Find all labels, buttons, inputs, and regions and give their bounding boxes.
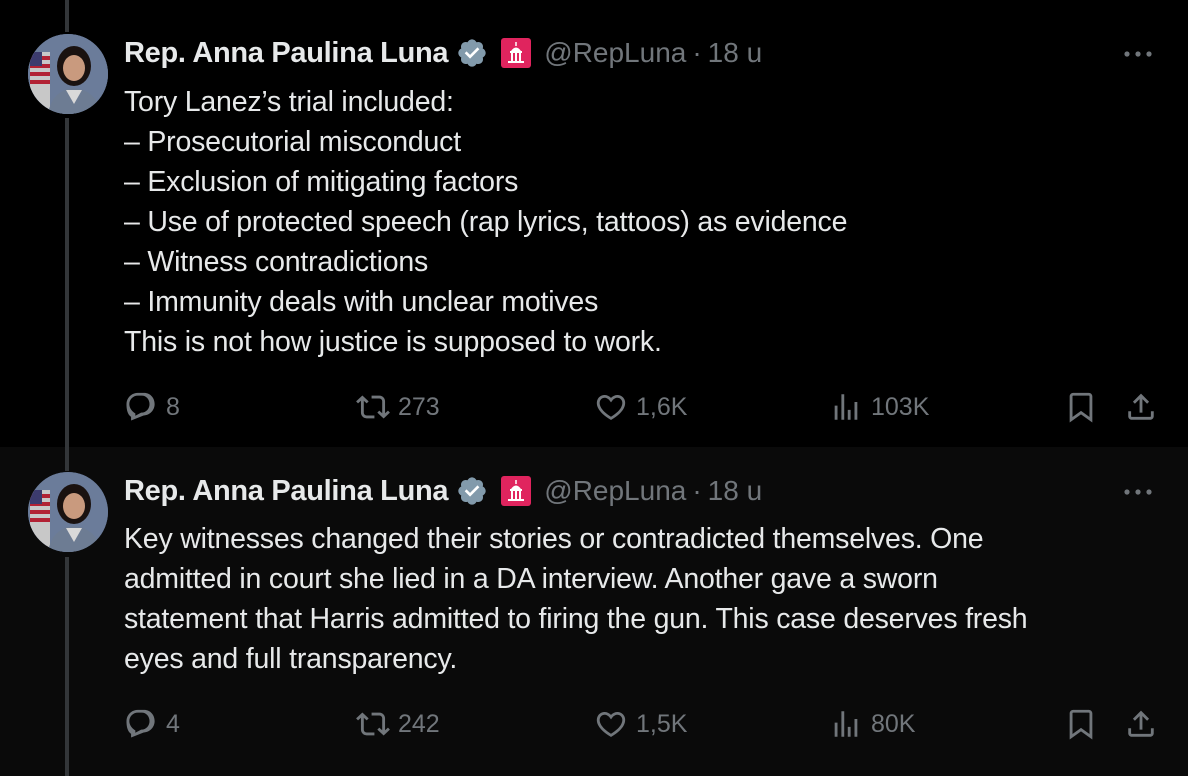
tweet-text: Tory Lanez’s trial included: – Prosecuto…: [124, 82, 1144, 362]
government-badge-icon[interactable]: [500, 475, 532, 507]
tweet-text-line: – Use of protected speech (rap lyrics, t…: [124, 206, 848, 238]
repost-icon: [356, 712, 390, 736]
bookmark-icon: [1069, 709, 1093, 740]
tweet-header: Rep. Anna Paulina Luna @RepLuna · 18 u: [124, 33, 762, 73]
tweet-text-line: statement that Harris admitted to firing…: [124, 603, 1028, 635]
views-button[interactable]: 80K: [829, 702, 915, 746]
repost-button[interactable]: 242: [356, 702, 440, 746]
analytics-icon: [834, 711, 858, 737]
government-badge-icon[interactable]: [500, 37, 532, 69]
reply-button[interactable]: 8: [124, 385, 180, 429]
thread-line: [65, 447, 69, 471]
timestamp[interactable]: 18 u: [708, 37, 763, 69]
thread-line: [65, 118, 69, 447]
tweet-text-line: This is not how justice is supposed to w…: [124, 326, 662, 358]
more-icon: [1124, 489, 1152, 495]
tweet-text-line: Tory Lanez’s trial included:: [124, 86, 454, 118]
avatar[interactable]: [28, 34, 108, 114]
tweet-text-line: – Immunity deals with unclear motives: [124, 286, 599, 318]
like-count: 1,6K: [636, 392, 688, 421]
tweet[interactable]: Rep. Anna Paulina Luna @RepLuna · 18 u: [0, 447, 1188, 776]
views-button[interactable]: 103K: [829, 385, 929, 429]
tweet-actions: 4 242 1,5K 80K: [124, 702, 1164, 746]
reply-icon: [126, 709, 155, 738]
reply-icon: [126, 392, 155, 421]
author-handle[interactable]: @RepLuna: [544, 37, 686, 69]
like-count: 1,5K: [636, 709, 688, 738]
author-handle[interactable]: @RepLuna: [544, 475, 686, 507]
more-options-button[interactable]: [1120, 39, 1156, 69]
share-button[interactable]: [1124, 702, 1158, 746]
repost-count: 273: [398, 392, 440, 421]
reply-button[interactable]: 4: [124, 702, 180, 746]
share-icon: [1128, 710, 1154, 737]
share-icon: [1128, 393, 1154, 420]
bookmark-button[interactable]: [1064, 702, 1098, 746]
bookmark-icon: [1069, 392, 1093, 423]
view-count: 103K: [871, 392, 930, 421]
tweet-text-line: – Prosecutorial misconduct: [124, 126, 461, 158]
repost-icon: [356, 395, 390, 419]
view-count: 80K: [871, 709, 916, 738]
repost-count: 242: [398, 709, 440, 738]
timestamp[interactable]: 18 u: [708, 475, 763, 507]
share-button[interactable]: [1124, 385, 1158, 429]
separator: ·: [692, 37, 702, 68]
thread-line: [65, 557, 69, 776]
heart-icon: [596, 711, 626, 737]
tweet-text-line: – Witness contradictions: [124, 246, 429, 278]
separator: ·: [692, 475, 702, 506]
tweet-text: Key witnesses changed their stories or c…: [124, 519, 1144, 679]
author-display-name[interactable]: Rep. Anna Paulina Luna: [124, 475, 449, 508]
tweet-text-line: admitted in court she lied in a DA inter…: [124, 563, 938, 595]
reply-count: 8: [166, 392, 180, 421]
more-icon: [1124, 51, 1152, 57]
tweet-text-line: Key witnesses changed their stories or c…: [124, 523, 984, 555]
avatar[interactable]: [28, 472, 108, 552]
tweet-text-line: – Exclusion of mitigating factors: [124, 166, 519, 198]
like-button[interactable]: 1,6K: [594, 385, 687, 429]
bookmark-button[interactable]: [1064, 385, 1098, 429]
tweet[interactable]: Rep. Anna Paulina Luna @RepLuna · 18 u: [0, 0, 1188, 447]
reply-count: 4: [166, 709, 180, 738]
tweet-actions: 8 273 1,6K 103K: [124, 385, 1164, 429]
thread-line: [65, 0, 69, 32]
verified-badge-icon[interactable]: [456, 475, 488, 507]
tweet-text-line: eyes and full transparency.: [124, 643, 458, 675]
analytics-icon: [834, 394, 858, 420]
heart-icon: [596, 394, 626, 420]
verified-badge-icon[interactable]: [456, 37, 488, 69]
like-button[interactable]: 1,5K: [594, 702, 687, 746]
tweet-header: Rep. Anna Paulina Luna @RepLuna · 18 u: [124, 471, 762, 511]
more-options-button[interactable]: [1120, 477, 1156, 507]
author-display-name[interactable]: Rep. Anna Paulina Luna: [124, 37, 449, 70]
repost-button[interactable]: 273: [356, 385, 440, 429]
